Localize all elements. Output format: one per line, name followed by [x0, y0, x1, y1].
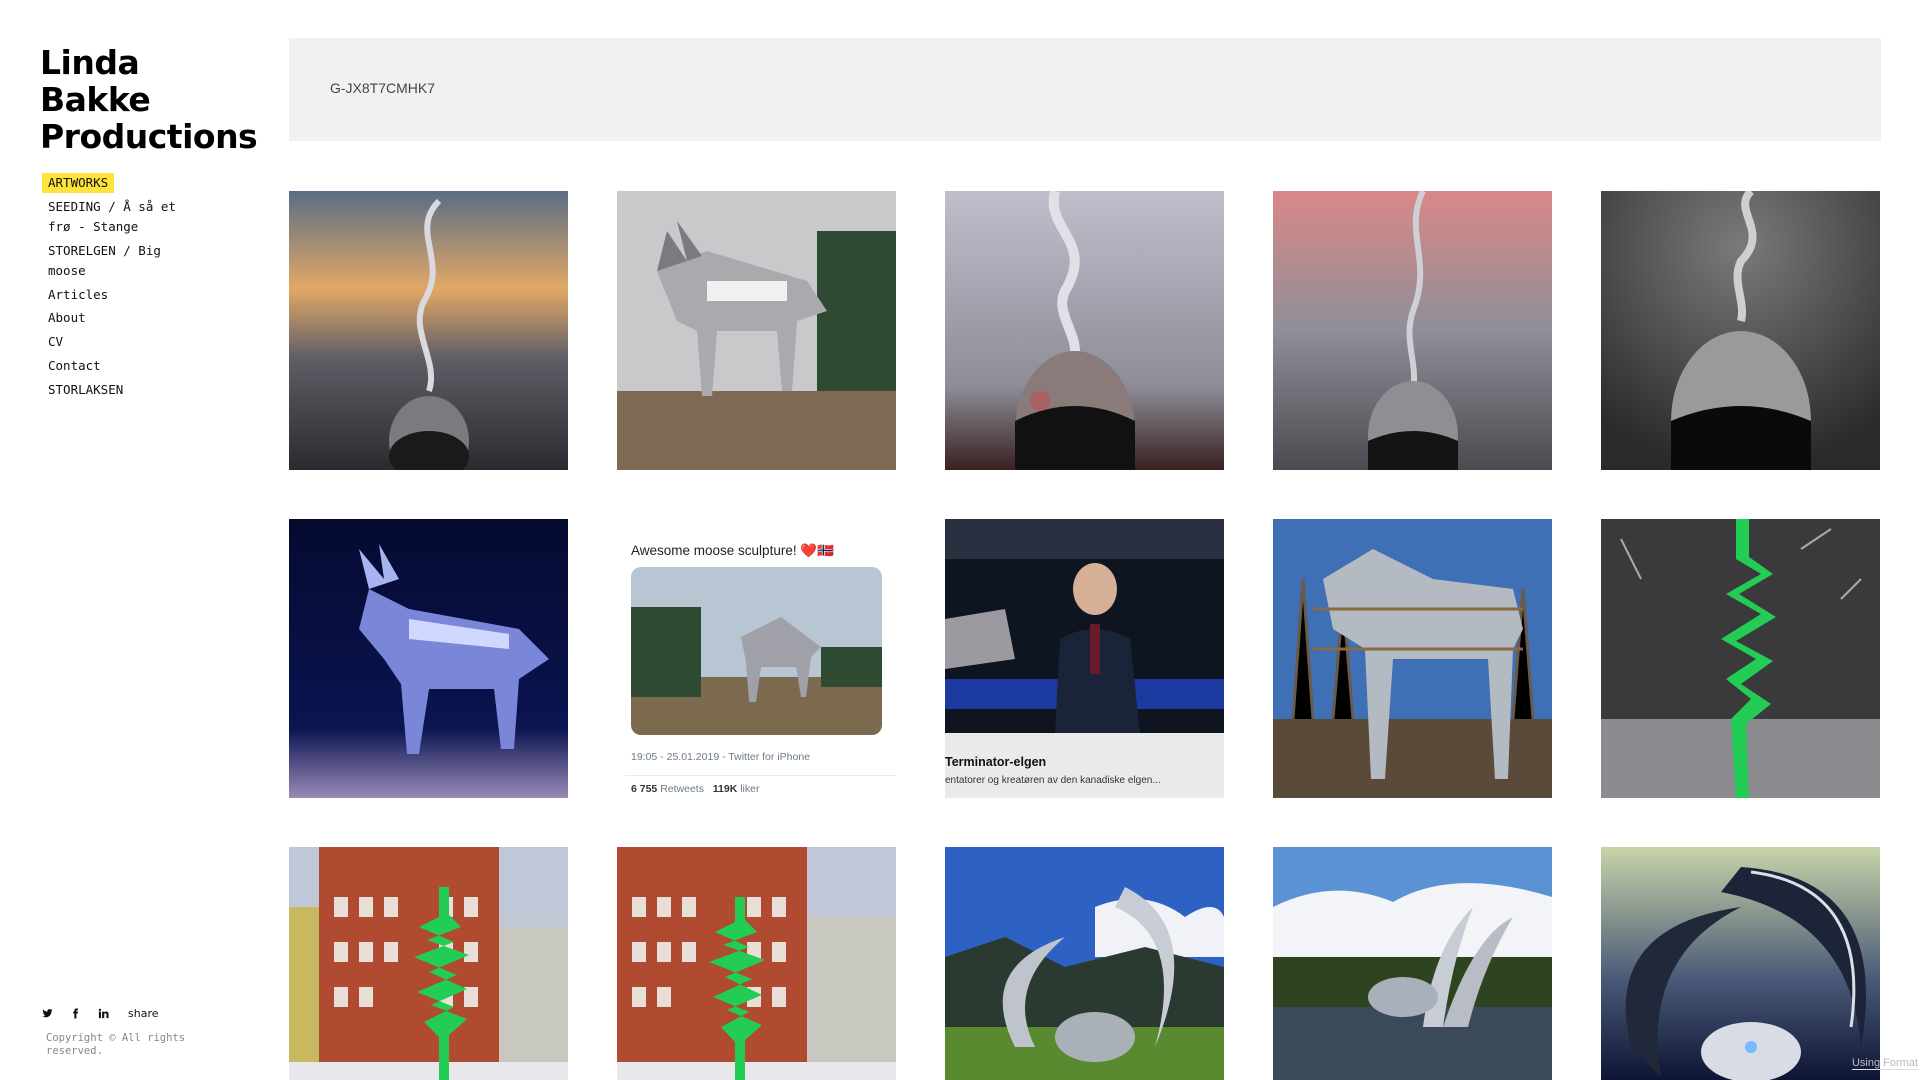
main-nav: ARTWORKS SEEDING / Å så et frø - Stange …	[42, 172, 242, 404]
tweet-stats: 6 755 Retweets 119K liker	[631, 783, 759, 795]
tweet-likes-label: liker	[740, 783, 760, 795]
tweet-retweets-label: Retweets	[660, 783, 704, 795]
social-links: share	[42, 1005, 159, 1021]
artwork-image	[289, 847, 568, 1080]
site-title-line: Productions	[40, 117, 258, 156]
gallery-tile[interactable]	[289, 191, 568, 470]
linkedin-icon[interactable]	[98, 1005, 126, 1021]
tweet-text: Awesome moose sculpture! ❤️🇳🇴	[631, 543, 834, 558]
gallery-tile[interactable]	[1601, 191, 1880, 470]
artwork-image	[617, 847, 896, 1080]
artwork-image	[1273, 847, 1552, 1080]
made-with-link[interactable]: Using Format	[1851, 1057, 1918, 1070]
tv-caption-title: Terminator-elgen	[945, 755, 1047, 769]
site-title[interactable]: Linda Bakke Productions	[40, 44, 260, 155]
banner: G-JX8T7CMHK7	[289, 38, 1881, 141]
gallery-tile[interactable]	[1273, 519, 1552, 798]
gallery-tile[interactable]	[1273, 191, 1552, 470]
copyright: Copyright © All rights reserved.	[46, 1032, 186, 1057]
artwork-image	[617, 191, 896, 470]
artwork-image	[1273, 519, 1552, 798]
nav-item-about[interactable]: About	[42, 308, 212, 328]
artwork-image	[1273, 191, 1552, 470]
tweet-image	[631, 567, 882, 735]
share-link[interactable]: share	[128, 1007, 159, 1020]
gallery-tile[interactable]: Terminator-elgen entatorer og kreatøren …	[945, 519, 1224, 798]
site-title-line: Linda	[40, 43, 140, 82]
tv-image	[945, 519, 1224, 733]
gallery-tile[interactable]	[1601, 847, 1880, 1080]
tweet-retweets-count: 6 755	[631, 783, 658, 795]
gallery-tile[interactable]	[617, 191, 896, 470]
nav-item-storlaksen[interactable]: STORLAKSEN	[42, 380, 212, 400]
gallery-tile[interactable]	[289, 847, 568, 1080]
gallery-tile[interactable]	[617, 847, 896, 1080]
nav-item-contact[interactable]: Contact	[42, 356, 212, 376]
tv-caption-sub: entatorer og kreatøren av den kanadiske …	[945, 775, 1161, 786]
gallery-tile[interactable]: Awesome moose sculpture! ❤️🇳🇴 19:05 - 25…	[617, 519, 896, 798]
tweet-divider	[625, 775, 896, 776]
artwork-image	[945, 847, 1224, 1080]
gallery-tile[interactable]	[945, 847, 1224, 1080]
artwork-image	[1601, 847, 1880, 1080]
banner-text: G-JX8T7CMHK7	[330, 80, 436, 96]
artwork-image	[945, 191, 1224, 470]
artwork-image	[289, 519, 568, 798]
gallery-tile[interactable]	[1273, 847, 1552, 1080]
site-title-line: Bakke	[40, 80, 151, 119]
nav-item-artworks[interactable]: ARTWORKS	[42, 173, 115, 193]
nav-item-seeding[interactable]: SEEDING / Å så et frø - Stange	[42, 197, 212, 237]
artwork-image	[289, 191, 568, 470]
artwork-image	[1601, 191, 1880, 470]
tweet-card: Awesome moose sculpture! ❤️🇳🇴 19:05 - 25…	[617, 519, 896, 798]
gallery-tile[interactable]	[945, 191, 1224, 470]
gallery-tile[interactable]	[289, 519, 568, 798]
gallery-tile[interactable]	[1601, 519, 1880, 798]
nav-item-storelgen[interactable]: STORELGEN / Big moose	[42, 241, 212, 281]
tv-screenshot: Terminator-elgen entatorer og kreatøren …	[945, 519, 1224, 798]
artwork-image	[1601, 519, 1880, 798]
tweet-likes-count: 119K	[712, 783, 738, 795]
tweet-meta: 19:05 - 25.01.2019 - Twitter for iPhone	[631, 751, 811, 763]
facebook-icon[interactable]	[70, 1005, 98, 1021]
nav-item-articles[interactable]: Articles	[42, 285, 212, 305]
nav-item-cv[interactable]: CV	[42, 332, 212, 352]
twitter-icon[interactable]	[42, 1005, 70, 1021]
sidebar: Linda Bakke Productions ARTWORKS SEEDING…	[0, 0, 270, 1080]
